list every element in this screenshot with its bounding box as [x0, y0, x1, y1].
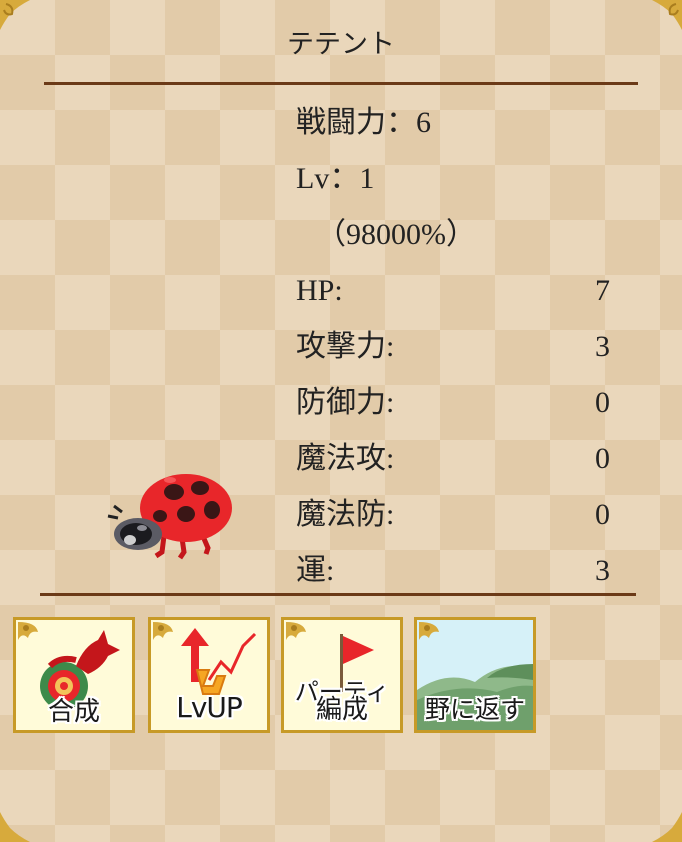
stat-label: 魔法防:	[296, 498, 395, 531]
stat-value: 3	[595, 554, 610, 587]
gold-flourish-icon	[419, 622, 439, 640]
stat-row-magic-attack: 魔法攻: 0	[296, 436, 610, 492]
stat-label: 防御力:	[296, 386, 395, 419]
release-button[interactable]: 野に返す	[414, 617, 536, 733]
stat-label: 攻撃力:	[296, 330, 395, 363]
experience-percent: （98000%）	[296, 212, 610, 268]
gold-flourish-icon	[153, 622, 173, 640]
stat-row-hp: HP: 7	[296, 268, 610, 324]
stat-row-defense: 防御力: 0	[296, 380, 610, 436]
ladybug-sprite-icon	[107, 474, 232, 560]
stat-label: 運:	[296, 554, 335, 587]
party-label-line2: 編成	[315, 695, 368, 725]
gold-flourish-icon	[18, 622, 38, 640]
battle-power: 戦闘力：6	[296, 100, 610, 156]
corner-ornament-icon	[652, 812, 682, 842]
stat-label: 魔法攻:	[296, 442, 395, 475]
gold-flourish-icon	[286, 622, 306, 640]
level-text: Lv：1	[296, 162, 375, 195]
stats-panel: 戦闘力：6 Lv：1 （98000%） HP: 7 攻撃力: 3 防御力: 0 …	[296, 100, 610, 604]
level: Lv：1	[296, 156, 610, 212]
divider	[40, 593, 636, 596]
stat-value: 0	[595, 498, 610, 531]
stat-label: HP:	[296, 274, 343, 307]
stat-value: 0	[595, 386, 610, 419]
stat-value: 3	[595, 330, 610, 363]
level-up-button[interactable]: LvUP	[148, 617, 270, 733]
corner-ornament-icon	[0, 812, 30, 842]
stat-row-attack: 攻撃力: 3	[296, 324, 610, 380]
stat-value: 7	[595, 274, 610, 307]
experience-text: （98000%）	[316, 218, 476, 251]
fuse-label: 合成	[47, 697, 100, 727]
release-label: 野に返す	[424, 695, 525, 724]
fuse-button[interactable]: 合成	[13, 617, 135, 733]
stat-value: 0	[595, 442, 610, 475]
level-up-label: LvUP	[176, 691, 243, 724]
stat-row-magic-defense: 魔法防: 0	[296, 492, 610, 548]
divider	[44, 82, 638, 85]
battle-power-text: 戦闘力：6	[296, 106, 431, 139]
monster-name: テテント	[287, 29, 395, 60]
party-edit-button[interactable]: パーティ 編成	[281, 617, 403, 733]
